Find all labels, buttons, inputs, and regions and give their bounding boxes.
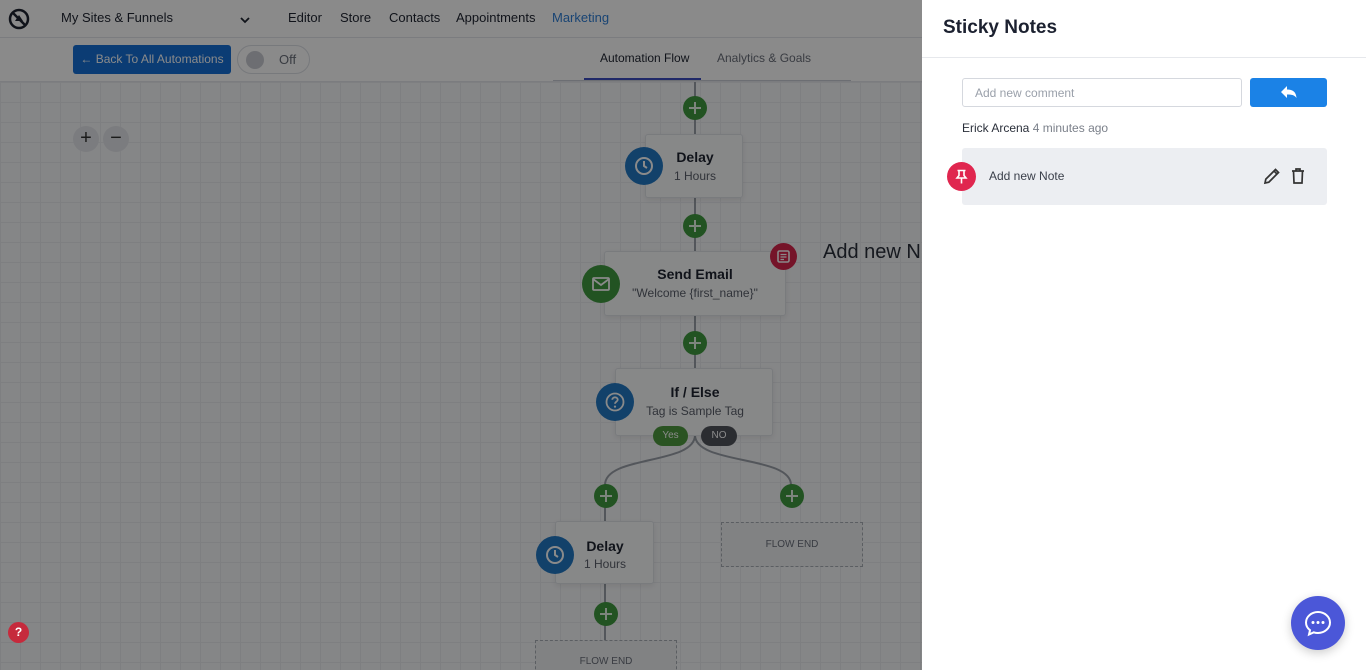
comment-author: Erick Arcena [962, 121, 1030, 135]
trash-icon[interactable] [1288, 166, 1308, 186]
reply-icon [1281, 86, 1297, 98]
note-text[interactable]: Add new Note [989, 169, 1064, 183]
pencil-icon[interactable] [1262, 166, 1282, 186]
comment-meta: Erick Arcena 4 minutes ago [962, 121, 1108, 135]
comment-timestamp: 4 minutes ago [1032, 121, 1109, 135]
comment-input[interactable] [962, 78, 1242, 107]
pin-icon[interactable] [947, 162, 976, 191]
help-button[interactable]: ? [8, 622, 29, 643]
send-comment-button[interactable] [1250, 78, 1327, 107]
sticky-notes-panel: Sticky Notes Erick Arcena 4 minutes ago … [922, 0, 1366, 670]
chat-bubble-icon [1304, 610, 1332, 637]
chat-button[interactable] [1291, 596, 1345, 650]
modal-backdrop[interactable] [0, 0, 922, 670]
panel-header: Sticky Notes [922, 0, 1366, 58]
panel-title: Sticky Notes [943, 17, 1058, 38]
automation-app: My Sites & Funnels Editor Store Contacts… [0, 0, 922, 670]
